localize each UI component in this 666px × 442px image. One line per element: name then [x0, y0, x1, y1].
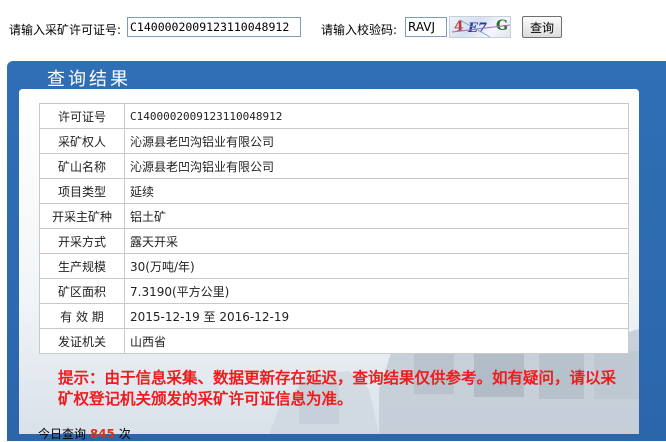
table-row: 发证机关 山西省: [39, 328, 629, 354]
field-value: 沁源县老凹沟铝业有限公司: [124, 153, 629, 179]
verification-code-label: 请输入校验码:: [321, 23, 398, 37]
field-label: 矿区面积: [39, 278, 125, 304]
field-value: C1400002009123110048912: [124, 103, 629, 129]
field-label: 开采主矿种: [39, 203, 125, 229]
table-row: 开采主矿种 铝土矿: [39, 203, 629, 229]
field-value: 7.3190(平方公里): [124, 278, 629, 304]
search-bar: 请输入采矿许可证号: C1400002009123110048912 请输入校验…: [0, 0, 666, 58]
today-label: 今日查询: [38, 427, 87, 441]
field-value: 山西省: [124, 328, 629, 354]
verification-code-input[interactable]: RAVJ: [405, 17, 447, 37]
field-value: 沁源县老凹沟铝业有限公司: [124, 128, 629, 154]
field-value: 2015-12-19 至 2016-12-19: [124, 303, 629, 329]
license-label: 请输入采矿许可证号:: [9, 23, 122, 37]
disclaimer-notice: 提示：由于信息采集、数据更新存在延迟，查询结果仅供参考。如有疑问，请以采矿权登记…: [58, 368, 617, 408]
field-value: 铝土矿: [124, 203, 629, 229]
today-count: 845: [89, 427, 115, 441]
license-number-input[interactable]: C1400002009123110048912: [127, 17, 301, 37]
field-value: 30(万吨/年): [124, 253, 629, 279]
field-label: 开采方式: [39, 228, 125, 254]
table-row: 采矿权人 沁源县老凹沟铝业有限公司: [39, 128, 629, 154]
table-row: 矿区面积 7.3190(平方公里): [39, 278, 629, 304]
table-row: 生产规模 30(万吨/年): [39, 253, 629, 279]
field-label: 项目类型: [39, 178, 125, 204]
license-info-table: 许可证号 C1400002009123110048912 采矿权人 沁源县老凹沟铝业…: [39, 103, 629, 354]
table-row: 开采方式 露天开采: [39, 228, 629, 254]
today-unit: 次: [118, 427, 131, 441]
table-row: 项目类型 延续: [39, 178, 629, 204]
field-label: 采矿权人: [39, 128, 125, 154]
query-button[interactable]: 查询: [522, 16, 562, 38]
panel-title: 查询结果: [47, 69, 131, 90]
field-value: 露天开采: [124, 228, 629, 254]
table-row: 许可证号 C1400002009123110048912: [39, 103, 629, 129]
table-row: 矿山名称 沁源县老凹沟铝业有限公司: [39, 153, 629, 179]
field-label: 有 效 期: [39, 303, 125, 329]
table-row: 有 效 期 2015-12-19 至 2016-12-19: [39, 303, 629, 329]
field-label: 许可证号: [39, 103, 125, 129]
field-label: 生产规模: [39, 253, 125, 279]
field-value: 延续: [124, 178, 629, 204]
field-label: 发证机关: [39, 328, 125, 354]
field-label: 矿山名称: [39, 153, 125, 179]
captcha-image[interactable]: 4 E7 G: [449, 16, 511, 38]
captcha-noise: [451, 19, 510, 37]
